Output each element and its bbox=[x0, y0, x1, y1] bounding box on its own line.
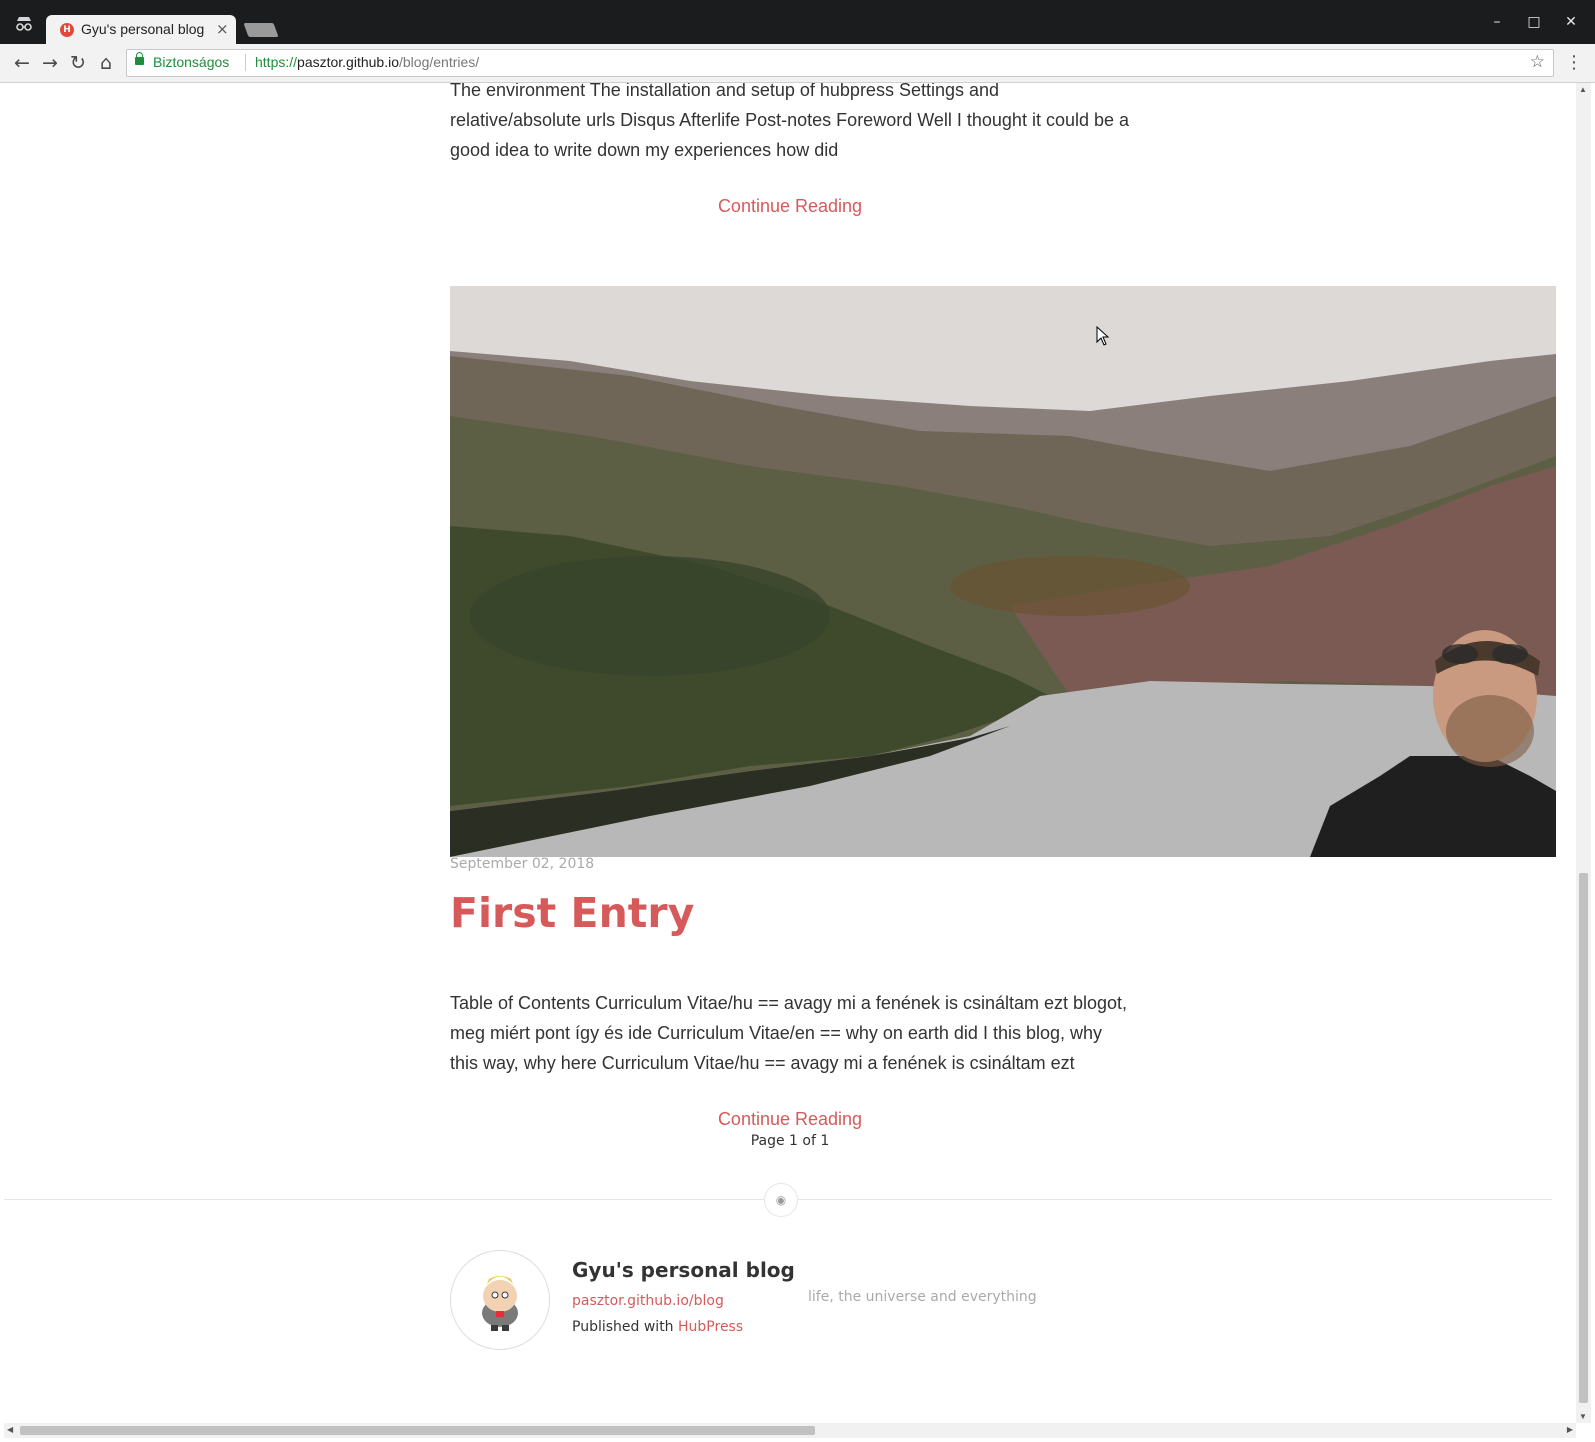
url-path: /blog/entries/ bbox=[399, 54, 480, 70]
rss-icon[interactable]: ◉ bbox=[764, 1183, 798, 1217]
menu-dots-icon[interactable]: ⋮ bbox=[1565, 52, 1583, 74]
back-arrow-icon[interactable]: ← bbox=[11, 52, 33, 74]
continue-reading-link[interactable]: Continue Reading bbox=[450, 196, 1130, 217]
scroll-up-icon[interactable]: ▲ bbox=[1579, 85, 1587, 94]
url-scheme: https:// bbox=[255, 54, 298, 70]
pagination-label: Page 1 of 1 bbox=[750, 1133, 830, 1149]
vertical-scrollbar[interactable]: ▲ ▼ bbox=[1576, 83, 1591, 1423]
minimize-icon[interactable]: – bbox=[1487, 12, 1507, 32]
incognito-icon bbox=[14, 14, 34, 32]
browser-toolbar: ← → ↻ ⌂ Biztonságos https://pasztor.gith… bbox=[0, 44, 1595, 83]
horizontal-scroll-thumb[interactable] bbox=[20, 1426, 815, 1435]
post-date: September 02, 2018 bbox=[450, 856, 595, 872]
continue-reading-link[interactable]: Continue Reading bbox=[450, 1109, 1130, 1130]
reload-icon[interactable]: ↻ bbox=[67, 52, 89, 74]
hubpress-link[interactable]: HubPress bbox=[678, 1319, 743, 1335]
post-excerpt: The environment The installation and set… bbox=[450, 83, 1130, 160]
lock-icon bbox=[135, 52, 144, 65]
post-cover-image[interactable] bbox=[450, 286, 1556, 857]
new-tab-button[interactable] bbox=[243, 23, 279, 37]
vertical-scroll-thumb[interactable] bbox=[1579, 873, 1588, 1403]
home-icon[interactable]: ⌂ bbox=[95, 52, 117, 74]
footer-blog-url-link[interactable]: pasztor.github.io/blog bbox=[572, 1293, 724, 1309]
address-bar[interactable]: Biztonságos https://pasztor.github.io/bl… bbox=[126, 49, 1554, 77]
bookmark-star-icon[interactable]: ☆ bbox=[1530, 52, 1545, 72]
tab-close-icon[interactable]: × bbox=[216, 20, 229, 38]
scroll-down-icon[interactable]: ▼ bbox=[1579, 1412, 1587, 1421]
tab-title: Gyu's personal blog bbox=[81, 21, 205, 37]
title-bar: H Gyu's personal blog × – □ ✕ bbox=[0, 0, 1595, 44]
secure-label: Biztonságos bbox=[153, 54, 230, 70]
page-viewport: The environment The installation and set… bbox=[4, 83, 1576, 1423]
close-window-icon[interactable]: ✕ bbox=[1561, 12, 1581, 32]
forward-arrow-icon[interactable]: → bbox=[39, 52, 61, 74]
browser-window: H Gyu's personal blog × – □ ✕ ← → ↻ ⌂ Bi… bbox=[0, 0, 1595, 1442]
post-excerpt: Table of Contents Curriculum Vitae/hu ==… bbox=[450, 993, 1128, 1073]
url-host: pasztor.github.io bbox=[297, 54, 399, 70]
post-title-link[interactable]: First Entry bbox=[450, 889, 694, 937]
mouse-cursor-icon bbox=[1096, 325, 1110, 346]
maximize-icon[interactable]: □ bbox=[1524, 12, 1544, 32]
published-prefix: Published with bbox=[572, 1319, 674, 1335]
avatar[interactable] bbox=[450, 1250, 550, 1350]
url-text[interactable]: https://pasztor.github.io/blog/entries/ bbox=[255, 54, 479, 70]
scroll-right-icon[interactable]: ▶ bbox=[1567, 1425, 1573, 1434]
address-separator bbox=[245, 54, 246, 71]
scroll-left-icon[interactable]: ◀ bbox=[7, 1425, 13, 1434]
footer-blog-name: Gyu's personal blog bbox=[572, 1258, 795, 1282]
published-with: Published with HubPress bbox=[572, 1319, 743, 1335]
tab-blog[interactable]: H Gyu's personal blog × bbox=[46, 15, 236, 44]
hubpress-favicon-icon: H bbox=[60, 23, 74, 37]
footer-tagline: life, the universe and everything bbox=[808, 1289, 1037, 1305]
horizontal-scrollbar[interactable]: ◀ ▶ bbox=[4, 1423, 1576, 1438]
